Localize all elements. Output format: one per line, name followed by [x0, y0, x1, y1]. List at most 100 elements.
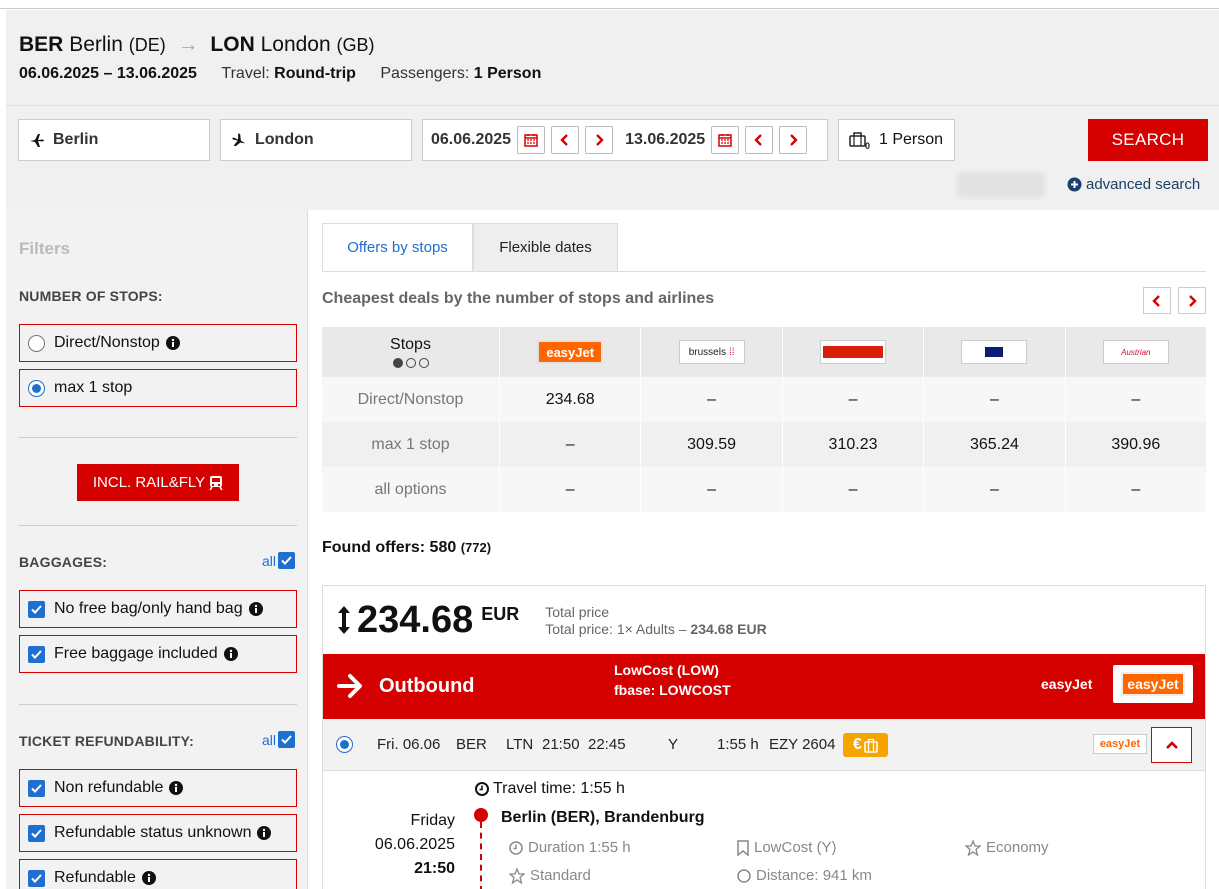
duration-meta: Duration 1:55 h — [509, 839, 631, 856]
brussels-logo: brussels ⁞⁞ — [678, 340, 745, 364]
passengers-value: 1 Person — [473, 65, 542, 82]
total-label: Total price — [545, 604, 610, 620]
destination-field[interactable]: London — [220, 119, 412, 161]
extra-label-1: Standard — [530, 867, 591, 884]
fare-meta: LowCost (Y) — [737, 839, 837, 856]
stops-header-cell: Stops — [322, 327, 499, 377]
lowcost-baggage-badge[interactable]: € — [843, 733, 888, 757]
depart-calendar-icon[interactable] — [517, 126, 546, 154]
segment-radio-selected[interactable] — [336, 736, 353, 753]
segment-to: LTN — [506, 736, 534, 753]
return-prev-day-button[interactable] — [745, 126, 774, 154]
matrix-next-button[interactable] — [1178, 287, 1206, 314]
info-icon[interactable] — [248, 602, 263, 616]
info-icon[interactable] — [257, 826, 272, 840]
checkbox-checked[interactable] — [28, 600, 45, 618]
price-cell: – — [1064, 467, 1206, 512]
price-cell: – — [640, 377, 781, 422]
all-label: all — [262, 552, 277, 569]
price-cell: – — [781, 377, 923, 422]
travel-value: Round-trip — [274, 65, 356, 82]
matrix-prev-button[interactable] — [1143, 287, 1171, 314]
checkbox-checked[interactable] — [28, 645, 45, 663]
checkbox-checked[interactable] — [28, 779, 45, 797]
search-button[interactable]: SEARCH — [1088, 119, 1208, 161]
dest-country: (GB) — [336, 35, 375, 55]
advanced-search-link[interactable]: advanced search — [1067, 176, 1200, 193]
fare-class: LowCost (LOW) — [614, 662, 719, 678]
origin-city: Berlin — [69, 33, 123, 56]
extra-meta-1: Standard — [509, 867, 591, 884]
airline-name: easyJet — [1041, 676, 1093, 692]
origin-field[interactable]: Berlin — [18, 119, 210, 161]
all-label: all — [262, 731, 277, 748]
radio-unselected[interactable] — [28, 334, 45, 352]
stops-option-max1[interactable]: max 1 stop — [19, 369, 297, 407]
return-calendar-icon[interactable] — [711, 126, 740, 154]
chevron-up-icon — [1165, 741, 1178, 749]
airline-column-brussels[interactable]: brussels ⁞⁞ — [640, 327, 781, 377]
passengers-field[interactable]: 0 1 Person — [838, 119, 955, 161]
price-cell[interactable]: 234.68 — [499, 377, 640, 422]
bookmark-icon — [737, 839, 749, 856]
baggage-all-toggle[interactable]: all — [262, 552, 296, 569]
price-cell: – — [781, 467, 923, 512]
info-icon[interactable] — [223, 647, 238, 661]
refund-option-unknown[interactable]: Refundable status unknown — [19, 814, 297, 852]
sort-arrows-icon[interactable] — [337, 605, 351, 635]
segment-flight-number: EZY 2604 — [769, 736, 836, 753]
refund-option-non[interactable]: Non refundable — [19, 769, 297, 807]
easyjet-logo: easyJet — [1113, 665, 1193, 703]
checkbox-checked[interactable] — [278, 731, 296, 748]
price-cell[interactable]: 390.96 — [1064, 422, 1206, 467]
baggage-option-hand[interactable]: No free bag/only hand bag — [19, 590, 297, 628]
blurred-element — [957, 172, 1045, 198]
baggage-option-free[interactable]: Free baggage included — [19, 635, 297, 673]
stops-heading: NUMBER OF STOPS: — [19, 288, 163, 304]
extra-label-2: Distance: 941 km — [756, 867, 872, 884]
airline-column-norwegian[interactable] — [781, 327, 923, 377]
distance-icon — [737, 868, 751, 883]
matrix-header-row: Stops easyJet brussels ⁞⁞ Austrian — [322, 327, 1206, 377]
checkbox-checked[interactable] — [28, 824, 45, 842]
plane-arrival-icon — [231, 132, 247, 148]
refund-heading: TICKET REFUNDABILITY: — [19, 733, 195, 749]
radio-selected[interactable] — [28, 379, 45, 397]
depart-next-day-button[interactable] — [585, 126, 614, 154]
price-cell[interactable]: 310.23 — [781, 422, 923, 467]
stops-option-direct[interactable]: Direct/Nonstop — [19, 324, 297, 362]
tab-offers-by-stops[interactable]: Offers by stops — [322, 223, 473, 272]
checkbox-checked[interactable] — [278, 552, 296, 569]
divider — [19, 525, 297, 526]
flight-segment-row[interactable]: Fri. 06.06 BER LTN 21:50 22:45 Y 1:55 h … — [323, 719, 1205, 771]
airline-column-austrian[interactable]: Austrian — [1064, 327, 1206, 377]
star-icon — [509, 867, 525, 884]
plus-circle-icon — [1067, 177, 1082, 192]
fare-label: LowCost (Y) — [754, 839, 837, 856]
tab-flexible-dates[interactable]: Flexible dates — [473, 223, 618, 272]
offer-currency: EUR — [481, 604, 520, 624]
total-detail-prefix: Total price: 1× Adults – — [545, 621, 687, 637]
depart-date[interactable]: 06.06.2025 — [431, 131, 511, 149]
dest-city: London — [260, 33, 331, 56]
segment-class: Y — [668, 736, 679, 753]
trip-details: 06.06.2025 – 13.06.2025 Travel: Round-tr… — [19, 65, 541, 83]
rail-fly-button[interactable]: INCL. RAIL&FLY — [77, 464, 239, 501]
info-icon[interactable] — [165, 336, 180, 350]
airline-column-easyjet[interactable]: easyJet — [499, 327, 640, 377]
refund-all-toggle[interactable]: all — [262, 731, 296, 748]
collapse-button[interactable] — [1151, 727, 1192, 763]
refund-option-refundable[interactable]: Refundable — [19, 859, 297, 889]
return-date[interactable]: 13.06.2025 — [625, 131, 705, 149]
train-icon — [209, 475, 223, 490]
depart-prev-day-button[interactable] — [551, 126, 580, 154]
segment-detail: Travel time: 1:55 h Friday 06.06.2025 21… — [323, 771, 1205, 889]
info-icon[interactable] — [141, 871, 156, 885]
outbound-label: Outbound — [379, 675, 475, 697]
return-next-day-button[interactable] — [779, 126, 808, 154]
checkbox-checked[interactable] — [28, 869, 45, 887]
price-cell[interactable]: 365.24 — [923, 422, 1064, 467]
price-cell[interactable]: 309.59 — [640, 422, 781, 467]
airline-column-sas[interactable] — [923, 327, 1064, 377]
info-icon[interactable] — [169, 781, 184, 795]
